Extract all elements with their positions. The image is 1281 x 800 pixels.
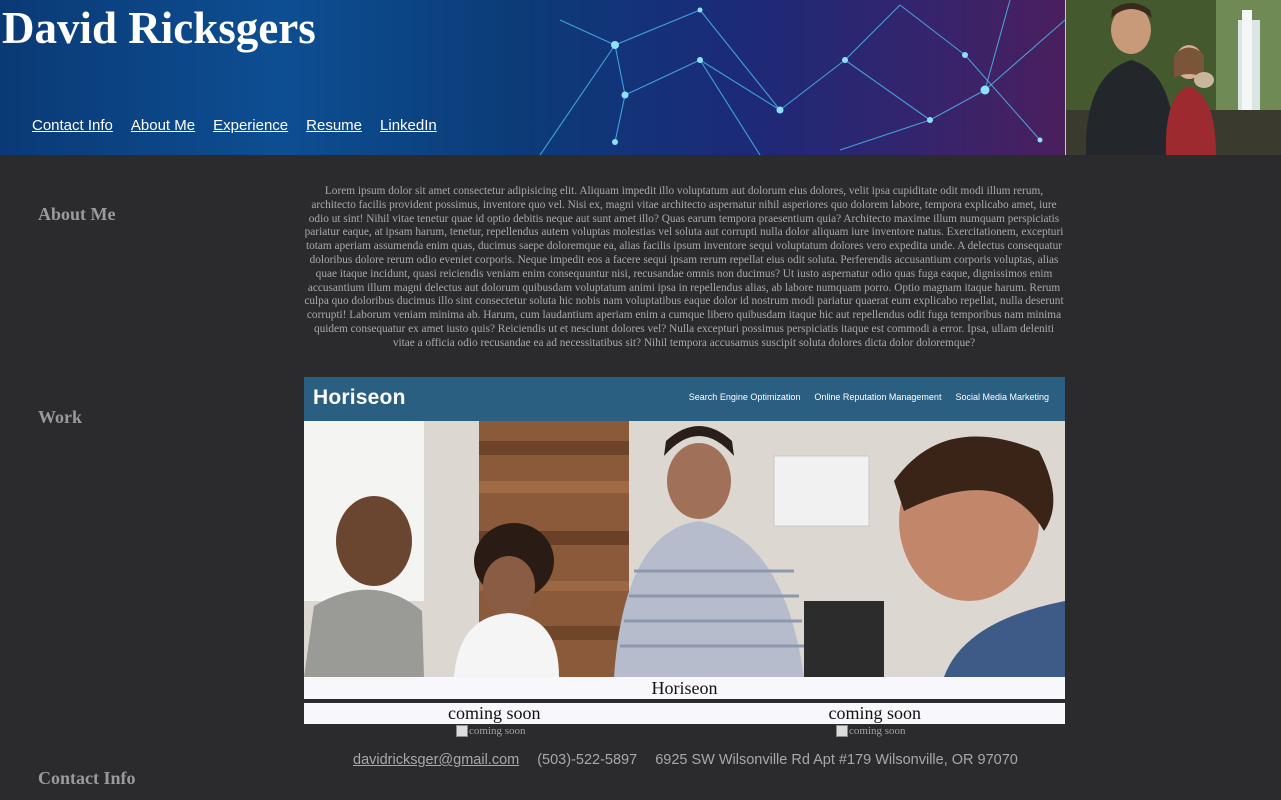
horiseon-link-seo: Search Engine Optimization — [688, 392, 801, 402]
broken-image-icon — [836, 725, 848, 737]
coming-soon-image-alt-1: coming soon — [469, 725, 526, 737]
site-header: David Ricksgers Contact Info About Me Ex… — [0, 0, 1281, 155]
contact-details: davidricksger@gmail.com (503)-522-5897 6… — [353, 750, 1018, 770]
site-title: David Ricksgers — [2, 3, 316, 53]
horiseon-link-social: Social Media Marketing — [955, 392, 1049, 402]
horiseon-nav-links: Search Engine Optimization Online Reputa… — [689, 392, 1049, 402]
coming-soon-row: coming soon coming soon — [304, 703, 1065, 724]
nav-link-linkedin[interactable]: LinkedIn — [380, 116, 437, 136]
work-project-horiseon[interactable]: Horiseon Search Engine Optimization Onli… — [304, 377, 1065, 699]
horiseon-caption: Horiseon — [304, 677, 1065, 699]
nav-link-contact-info[interactable]: Contact Info — [32, 116, 113, 136]
nav-link-resume[interactable]: Resume — [306, 116, 362, 136]
profile-photo — [1065, 0, 1281, 155]
horiseon-screenshot-nav: Horiseon Search Engine Optimization Onli… — [304, 377, 1065, 422]
coming-soon-label-2: coming soon — [828, 703, 922, 723]
horiseon-link-reputation: Online Reputation Management — [814, 392, 942, 402]
contact-email-link[interactable]: davidricksger@gmail.com — [353, 750, 519, 770]
work-heading: Work — [38, 407, 83, 427]
broken-image-icon — [456, 725, 468, 737]
contact-info-heading: Contact Info — [38, 768, 136, 788]
main-nav: Contact Info About Me Experience Resume … — [32, 116, 437, 136]
about-me-paragraph: Lorem ipsum dolor sit amet consectetur a… — [304, 185, 1064, 349]
coming-soon-image-1[interactable]: coming soon — [456, 724, 526, 738]
coming-soon-image-alt-2: coming soon — [849, 725, 906, 737]
contact-phone: (503)-522-5897 — [537, 752, 638, 768]
nav-link-about-me[interactable]: About Me — [131, 116, 195, 136]
about-me-heading: About Me — [38, 204, 116, 224]
nav-link-experience[interactable]: Experience — [213, 116, 288, 136]
contact-address: 6925 SW Wilsonville Rd Apt #179 Wilsonvi… — [655, 752, 1018, 768]
horiseon-logo: Horiseon — [313, 386, 406, 409]
horiseon-team-photo — [304, 421, 1065, 677]
coming-soon-image-2[interactable]: coming soon — [836, 724, 906, 738]
coming-soon-label-1: coming soon — [448, 703, 541, 723]
